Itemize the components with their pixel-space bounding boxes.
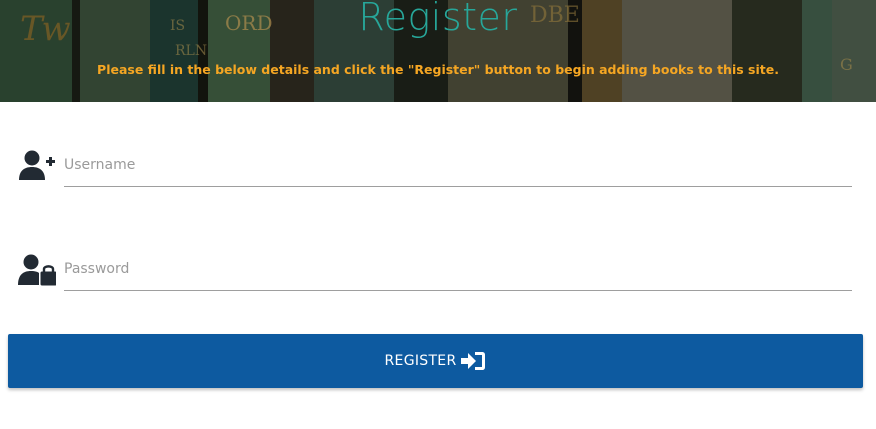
password-field-group — [18, 247, 852, 291]
password-input[interactable] — [64, 247, 852, 291]
page-instructions: Please fill in the below details and cli… — [97, 62, 779, 77]
sign-in-icon — [461, 352, 486, 370]
register-button-label: Register — [384, 353, 457, 369]
username-input[interactable] — [64, 143, 852, 187]
user-plus-icon — [19, 150, 55, 180]
hero-banner: Tw IS RLN ORD DBE G Register Please fill… — [0, 0, 876, 102]
register-button[interactable]: Register — [8, 334, 863, 388]
username-field-group — [18, 143, 852, 187]
page-title: Register — [358, 0, 518, 39]
user-lock-icon — [18, 254, 56, 286]
